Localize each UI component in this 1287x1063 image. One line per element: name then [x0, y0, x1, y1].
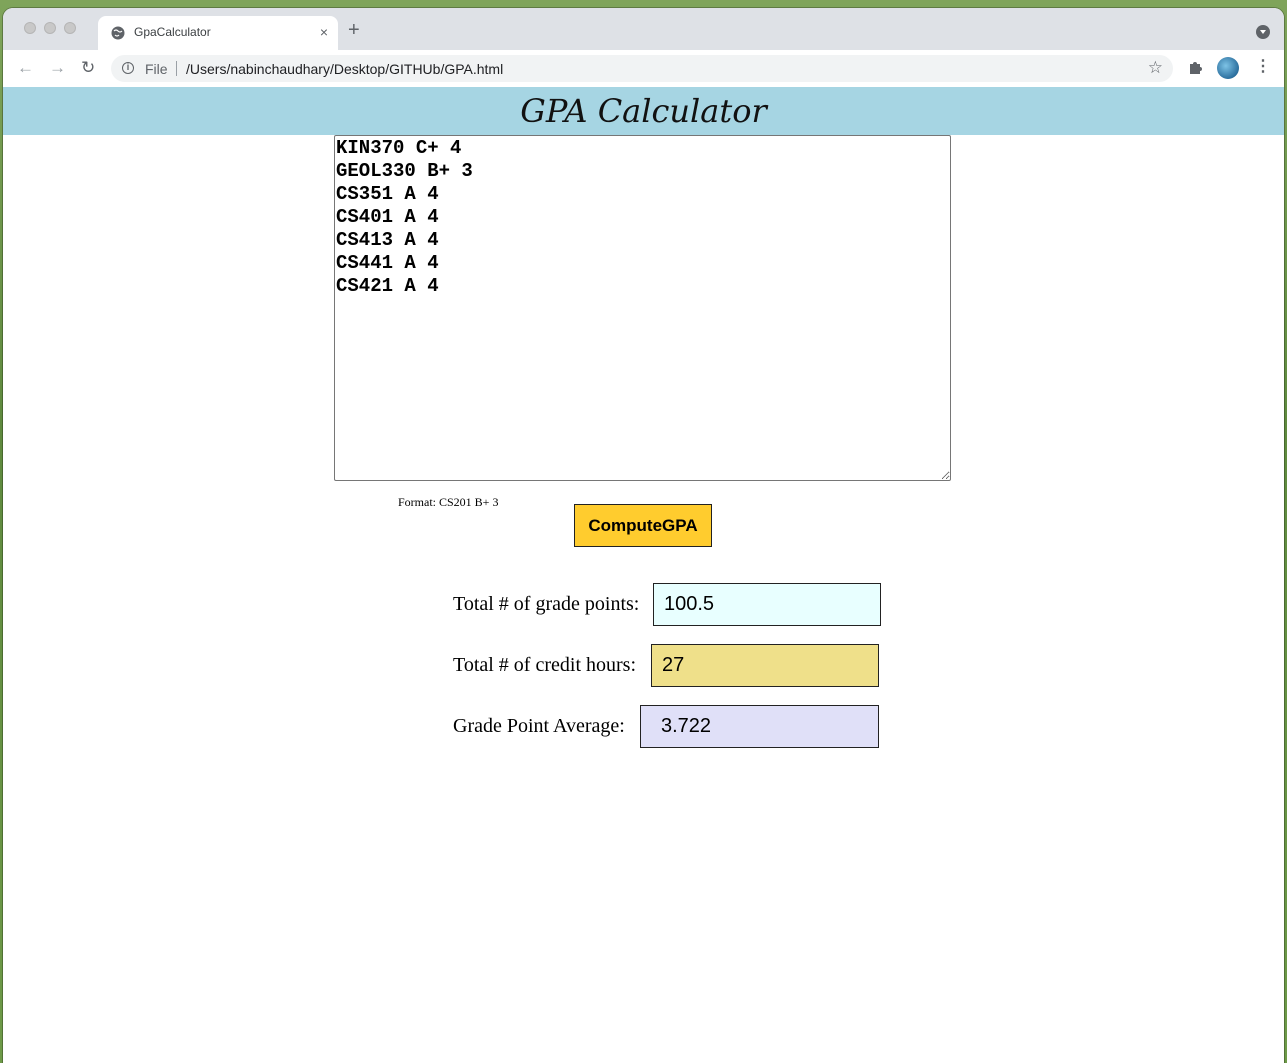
- page-header: GPA Calculator: [3, 87, 1284, 135]
- courses-textarea[interactable]: KIN370 C+ 4 GEOL330 B+ 3 CS351 A 4 CS401…: [334, 135, 951, 481]
- menu-kebab-icon[interactable]: ⋮: [1255, 58, 1271, 76]
- grade-points-label: Total # of grade points:: [453, 593, 640, 615]
- scheme-label: File: [145, 61, 168, 77]
- puzzle-icon[interactable]: [1188, 59, 1204, 75]
- forward-icon[interactable]: →: [49, 58, 66, 78]
- page-title: GPA Calculator: [520, 92, 767, 130]
- new-tab-button[interactable]: +: [348, 20, 360, 40]
- bookmark-star-icon[interactable]: ☆: [1148, 58, 1163, 78]
- gpa-label: Grade Point Average:: [453, 715, 625, 737]
- url-text[interactable]: /Users/nabinchaudhary/Desktop/GITHUb/GPA…: [186, 61, 503, 77]
- browser-toolbar: ← → ↻ i File /Users/nabinchaudhary/Deskt…: [3, 50, 1284, 88]
- grade-points-field[interactable]: [653, 583, 881, 626]
- tab-search-icon[interactable]: [1256, 25, 1270, 39]
- reload-icon[interactable]: ↻: [81, 58, 95, 78]
- avatar[interactable]: [1217, 57, 1239, 79]
- tab-close-icon[interactable]: ×: [320, 24, 328, 40]
- format-hint: Format: CS201 B+ 3: [398, 495, 499, 509]
- credit-hours-label: Total # of credit hours:: [453, 654, 636, 676]
- gpa-field[interactable]: [640, 705, 879, 748]
- minimize-window-button[interactable]: [44, 22, 56, 34]
- divider: [176, 61, 177, 76]
- compute-gpa-button[interactable]: ComputeGPA: [574, 504, 712, 547]
- info-icon[interactable]: i: [122, 62, 134, 74]
- page-content: GPA Calculator KIN370 C+ 4 GEOL330 B+ 3 …: [3, 87, 1284, 1063]
- tab-title: GpaCalculator: [134, 25, 211, 39]
- zoom-window-button[interactable]: [64, 22, 76, 34]
- back-icon[interactable]: ←: [17, 58, 34, 78]
- browser-window: GpaCalculator × + ← → ↻ i File /Users/na…: [3, 8, 1284, 1063]
- tab-strip: GpaCalculator × +: [3, 8, 1284, 50]
- browser-tab[interactable]: GpaCalculator ×: [98, 16, 338, 50]
- close-window-button[interactable]: [24, 22, 36, 34]
- credit-hours-field[interactable]: [651, 644, 879, 687]
- address-bar[interactable]: i File /Users/nabinchaudhary/Desktop/GIT…: [111, 55, 1173, 82]
- globe-icon: [111, 26, 125, 40]
